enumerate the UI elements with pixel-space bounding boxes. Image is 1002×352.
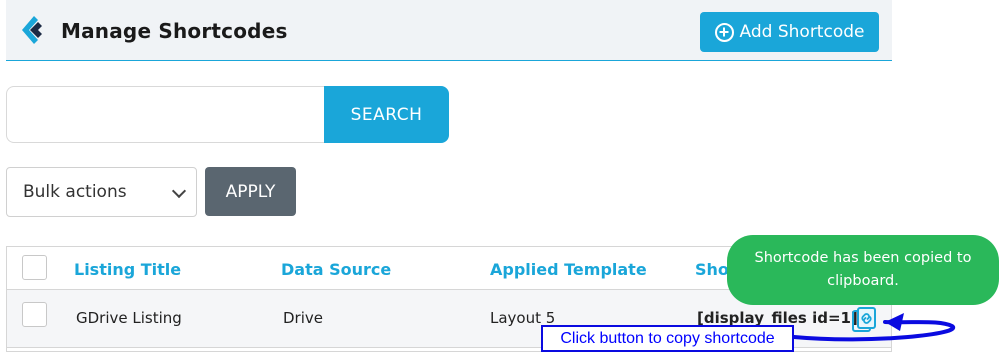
column-listing-title[interactable]: Listing Title xyxy=(74,260,181,279)
copied-toast: Shortcode has been copied to clipboard. xyxy=(727,235,999,305)
cell-listing-title[interactable]: GDrive Listing xyxy=(76,309,182,327)
search-button[interactable]: SEARCH xyxy=(324,86,449,143)
column-applied-template[interactable]: Applied Template xyxy=(490,260,647,279)
row-checkbox[interactable] xyxy=(22,302,47,327)
chevron-down-icon xyxy=(171,183,187,199)
apply-button[interactable]: APPLY xyxy=(205,167,296,216)
copy-hint-annotation: Click button to copy shortcode xyxy=(541,325,794,352)
plus-circle-icon xyxy=(714,22,734,42)
column-data-source[interactable]: Data Source xyxy=(281,260,391,279)
page-header: Manage Shortcodes Add Shortcode xyxy=(6,0,892,61)
search-input[interactable] xyxy=(6,86,326,143)
logo-icon xyxy=(22,16,42,44)
select-all-checkbox[interactable] xyxy=(22,255,47,280)
page-title: Manage Shortcodes xyxy=(61,19,288,43)
bulk-actions-select[interactable]: Bulk actions xyxy=(6,167,197,217)
cell-data-source: Drive xyxy=(283,309,323,327)
arrow-icon xyxy=(792,313,956,342)
add-shortcode-button[interactable]: Add Shortcode xyxy=(700,12,879,52)
column-shortcode[interactable]: Sho xyxy=(695,260,729,279)
bulk-actions-value: Bulk actions xyxy=(23,182,127,202)
add-shortcode-label: Add Shortcode xyxy=(739,22,865,42)
